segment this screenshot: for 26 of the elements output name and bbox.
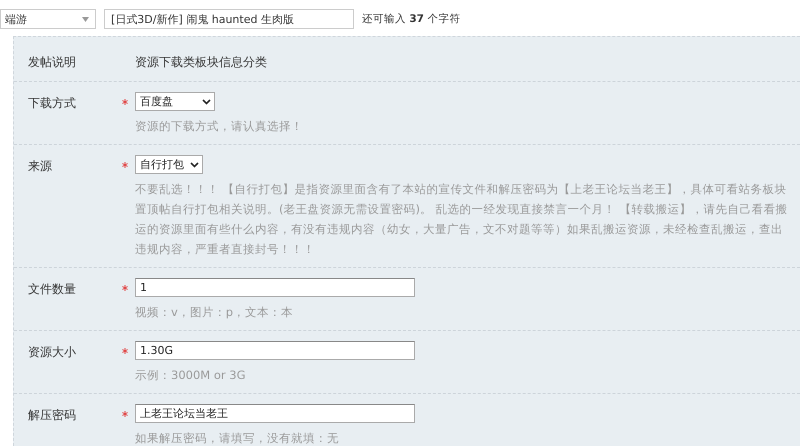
hint-text: 视频：v，图片：p，文本：本 <box>134 304 294 321</box>
chevron-down-icon <box>202 98 211 104</box>
category-select[interactable]: 端游 <box>0 9 96 29</box>
note-text: 资源下载类板块信息分类 <box>134 54 267 71</box>
hint-text: 置顶帖自行打包相关说明。(老王盘资源无需设置密码)。 乱选的一经发现直接禁言一个月！ 【转载搬运】，请先自己看看搬 <box>134 201 788 218</box>
hint-text: 资源的下载方式，请认真选择！ <box>134 118 304 135</box>
character-counter: 还可输入 37 个字符 <box>362 12 460 26</box>
input-field[interactable]: 上老王论坛当老王 <box>135 404 415 423</box>
field-label: 文件数量 <box>27 281 77 298</box>
hint-text: 运的资源里面有些什么内容，有没有违规内容（幼女，大量广告，文不对题等等）如果乱搬运资源，未经检查乱搬运，查出 <box>134 221 784 238</box>
input-field[interactable]: 1 <box>135 278 415 297</box>
field-label: 资源大小 <box>27 344 77 361</box>
field-label: 来源 <box>27 158 53 175</box>
hint-text: 违规内容，严重者直接封号！！！ <box>134 241 316 258</box>
hint-text: 如果解压密码，请填写，没有就填：无 <box>134 430 340 446</box>
chevron-down-icon <box>190 162 199 168</box>
caret-icon <box>82 16 89 22</box>
dropdown-select[interactable]: 百度盘 <box>135 92 215 111</box>
hint-text: 示例：3000M or 3G <box>134 367 246 384</box>
title-input[interactable]: [日式3D/新作] 闹鬼 haunted 生肉版 <box>104 9 354 29</box>
input-field[interactable]: 1.30G <box>135 341 415 360</box>
field-label: 解压密码 <box>27 407 77 424</box>
field-label: 下载方式 <box>27 95 77 112</box>
hint-text: 不要乱选！！！ 【自行打包】是指资源里面含有了本站的宣传文件和解压密码为【上老王论坛当老王】，具体可看站务板块 <box>134 181 788 198</box>
field-label: 发帖说明 <box>27 54 77 71</box>
dropdown-select[interactable]: 自行打包 <box>135 155 203 174</box>
